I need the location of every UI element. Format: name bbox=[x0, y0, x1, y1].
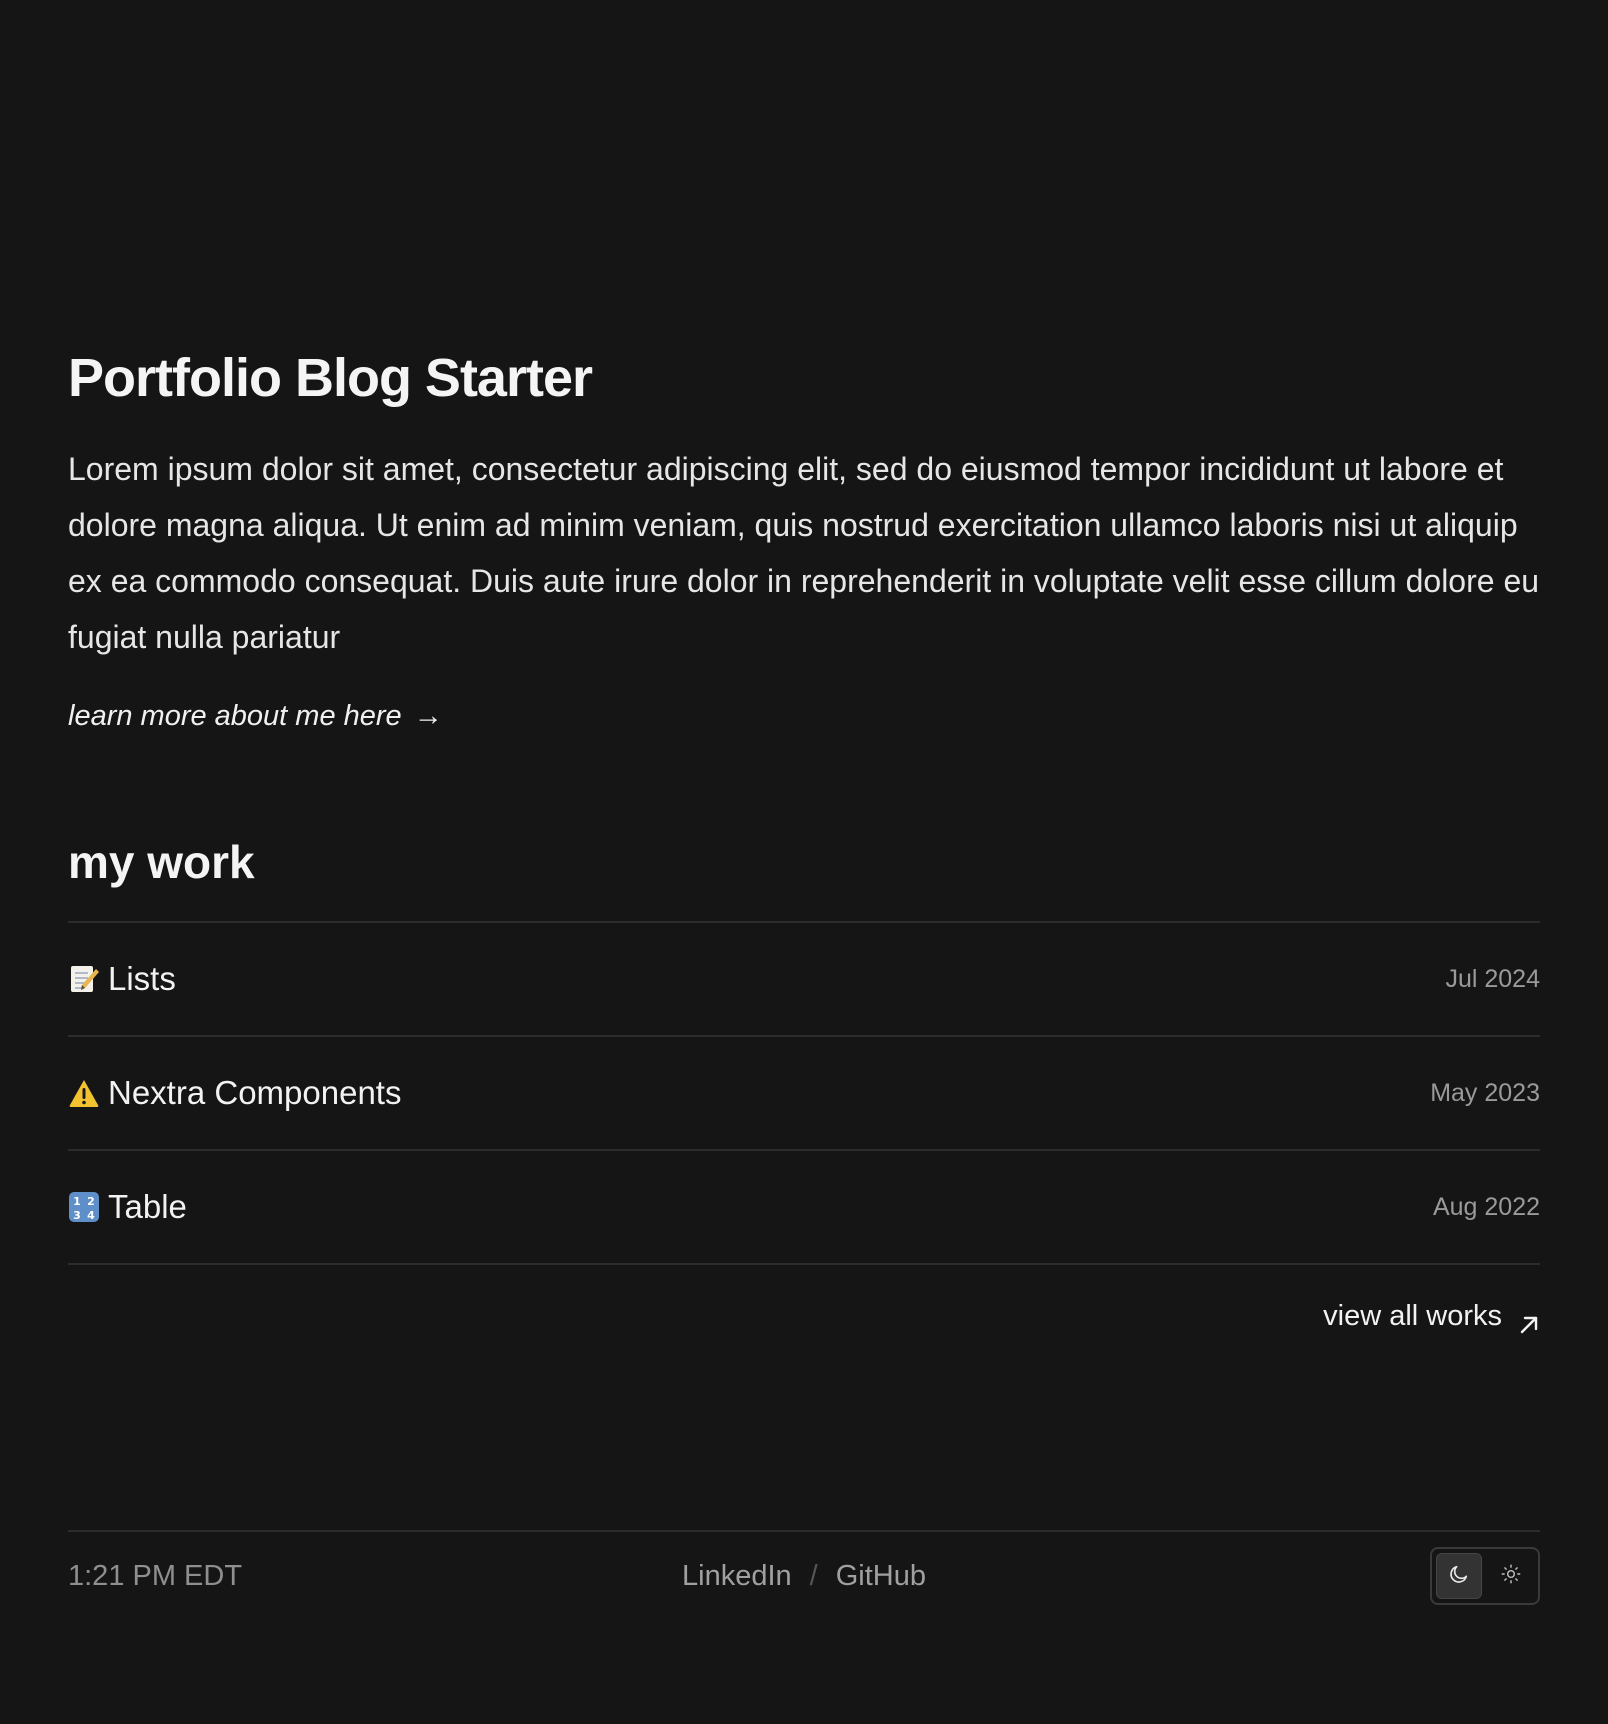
footer: 1:21 PM EDT LinkedIn / GitHub bbox=[68, 1530, 1540, 1620]
work-item-date: Aug 2022 bbox=[1432, 1192, 1540, 1221]
work-item-left: Nextra Components bbox=[68, 1074, 401, 1112]
page-title: Portfolio Blog Starter bbox=[68, 348, 593, 408]
light-theme-button[interactable] bbox=[1488, 1553, 1534, 1599]
github-link[interactable]: GitHub bbox=[836, 1560, 926, 1593]
work-item-left: Lists bbox=[68, 960, 176, 998]
intro-paragraph: Lorem ipsum dolor sit amet, consectetur … bbox=[68, 451, 1540, 655]
dark-theme-button[interactable] bbox=[1435, 1553, 1482, 1599]
work-item-nextra-components[interactable]: Nextra Components May 2023 bbox=[68, 1037, 1540, 1151]
link-separator: / bbox=[809, 1559, 818, 1592]
footer-right bbox=[1240, 1547, 1540, 1605]
work-item-lists[interactable]: Lists Jul 2024 bbox=[68, 923, 1540, 1037]
memo-icon bbox=[68, 963, 100, 995]
warning-icon bbox=[68, 1077, 100, 1109]
work-list: Lists Jul 2024 Nextra Components May 202… bbox=[68, 921, 1540, 1265]
view-all-works-link[interactable]: view all works bbox=[1323, 1294, 1540, 1338]
social-links: LinkedIn / GitHub bbox=[682, 1560, 926, 1593]
moon-icon bbox=[1448, 1563, 1470, 1590]
svg-text:4: 4 bbox=[87, 1209, 95, 1222]
arrow-up-right-icon bbox=[1518, 1305, 1540, 1334]
work-item-title: Nextra Components bbox=[108, 1074, 402, 1111]
about-me-link-label: learn more about me here bbox=[68, 700, 402, 732]
work-item-left: 1 2 3 4 Table bbox=[68, 1188, 187, 1226]
work-item-table[interactable]: 1 2 3 4 Table Aug 2022 bbox=[68, 1151, 1540, 1265]
sun-icon bbox=[1500, 1563, 1522, 1590]
about-me-link[interactable]: learn more about me here → bbox=[68, 694, 443, 738]
view-all-works-label: view all works bbox=[1323, 1300, 1502, 1332]
work-item-date: Jul 2024 bbox=[1445, 964, 1540, 993]
work-item-title: Lists bbox=[108, 960, 176, 997]
local-time: 1:21 PM EDT bbox=[68, 1559, 243, 1592]
numbers-icon: 1 2 3 4 bbox=[68, 1191, 100, 1223]
work-item-title: Table bbox=[108, 1188, 187, 1225]
linkedin-link[interactable]: LinkedIn bbox=[682, 1560, 792, 1593]
theme-switch bbox=[1429, 1547, 1540, 1605]
svg-text:1: 1 bbox=[73, 1195, 81, 1208]
arrow-right-icon: → bbox=[413, 700, 443, 732]
work-item-date: May 2023 bbox=[1430, 1078, 1540, 1107]
work-heading: my work bbox=[68, 836, 255, 888]
svg-text:2: 2 bbox=[87, 1195, 95, 1208]
svg-text:3: 3 bbox=[73, 1209, 81, 1222]
